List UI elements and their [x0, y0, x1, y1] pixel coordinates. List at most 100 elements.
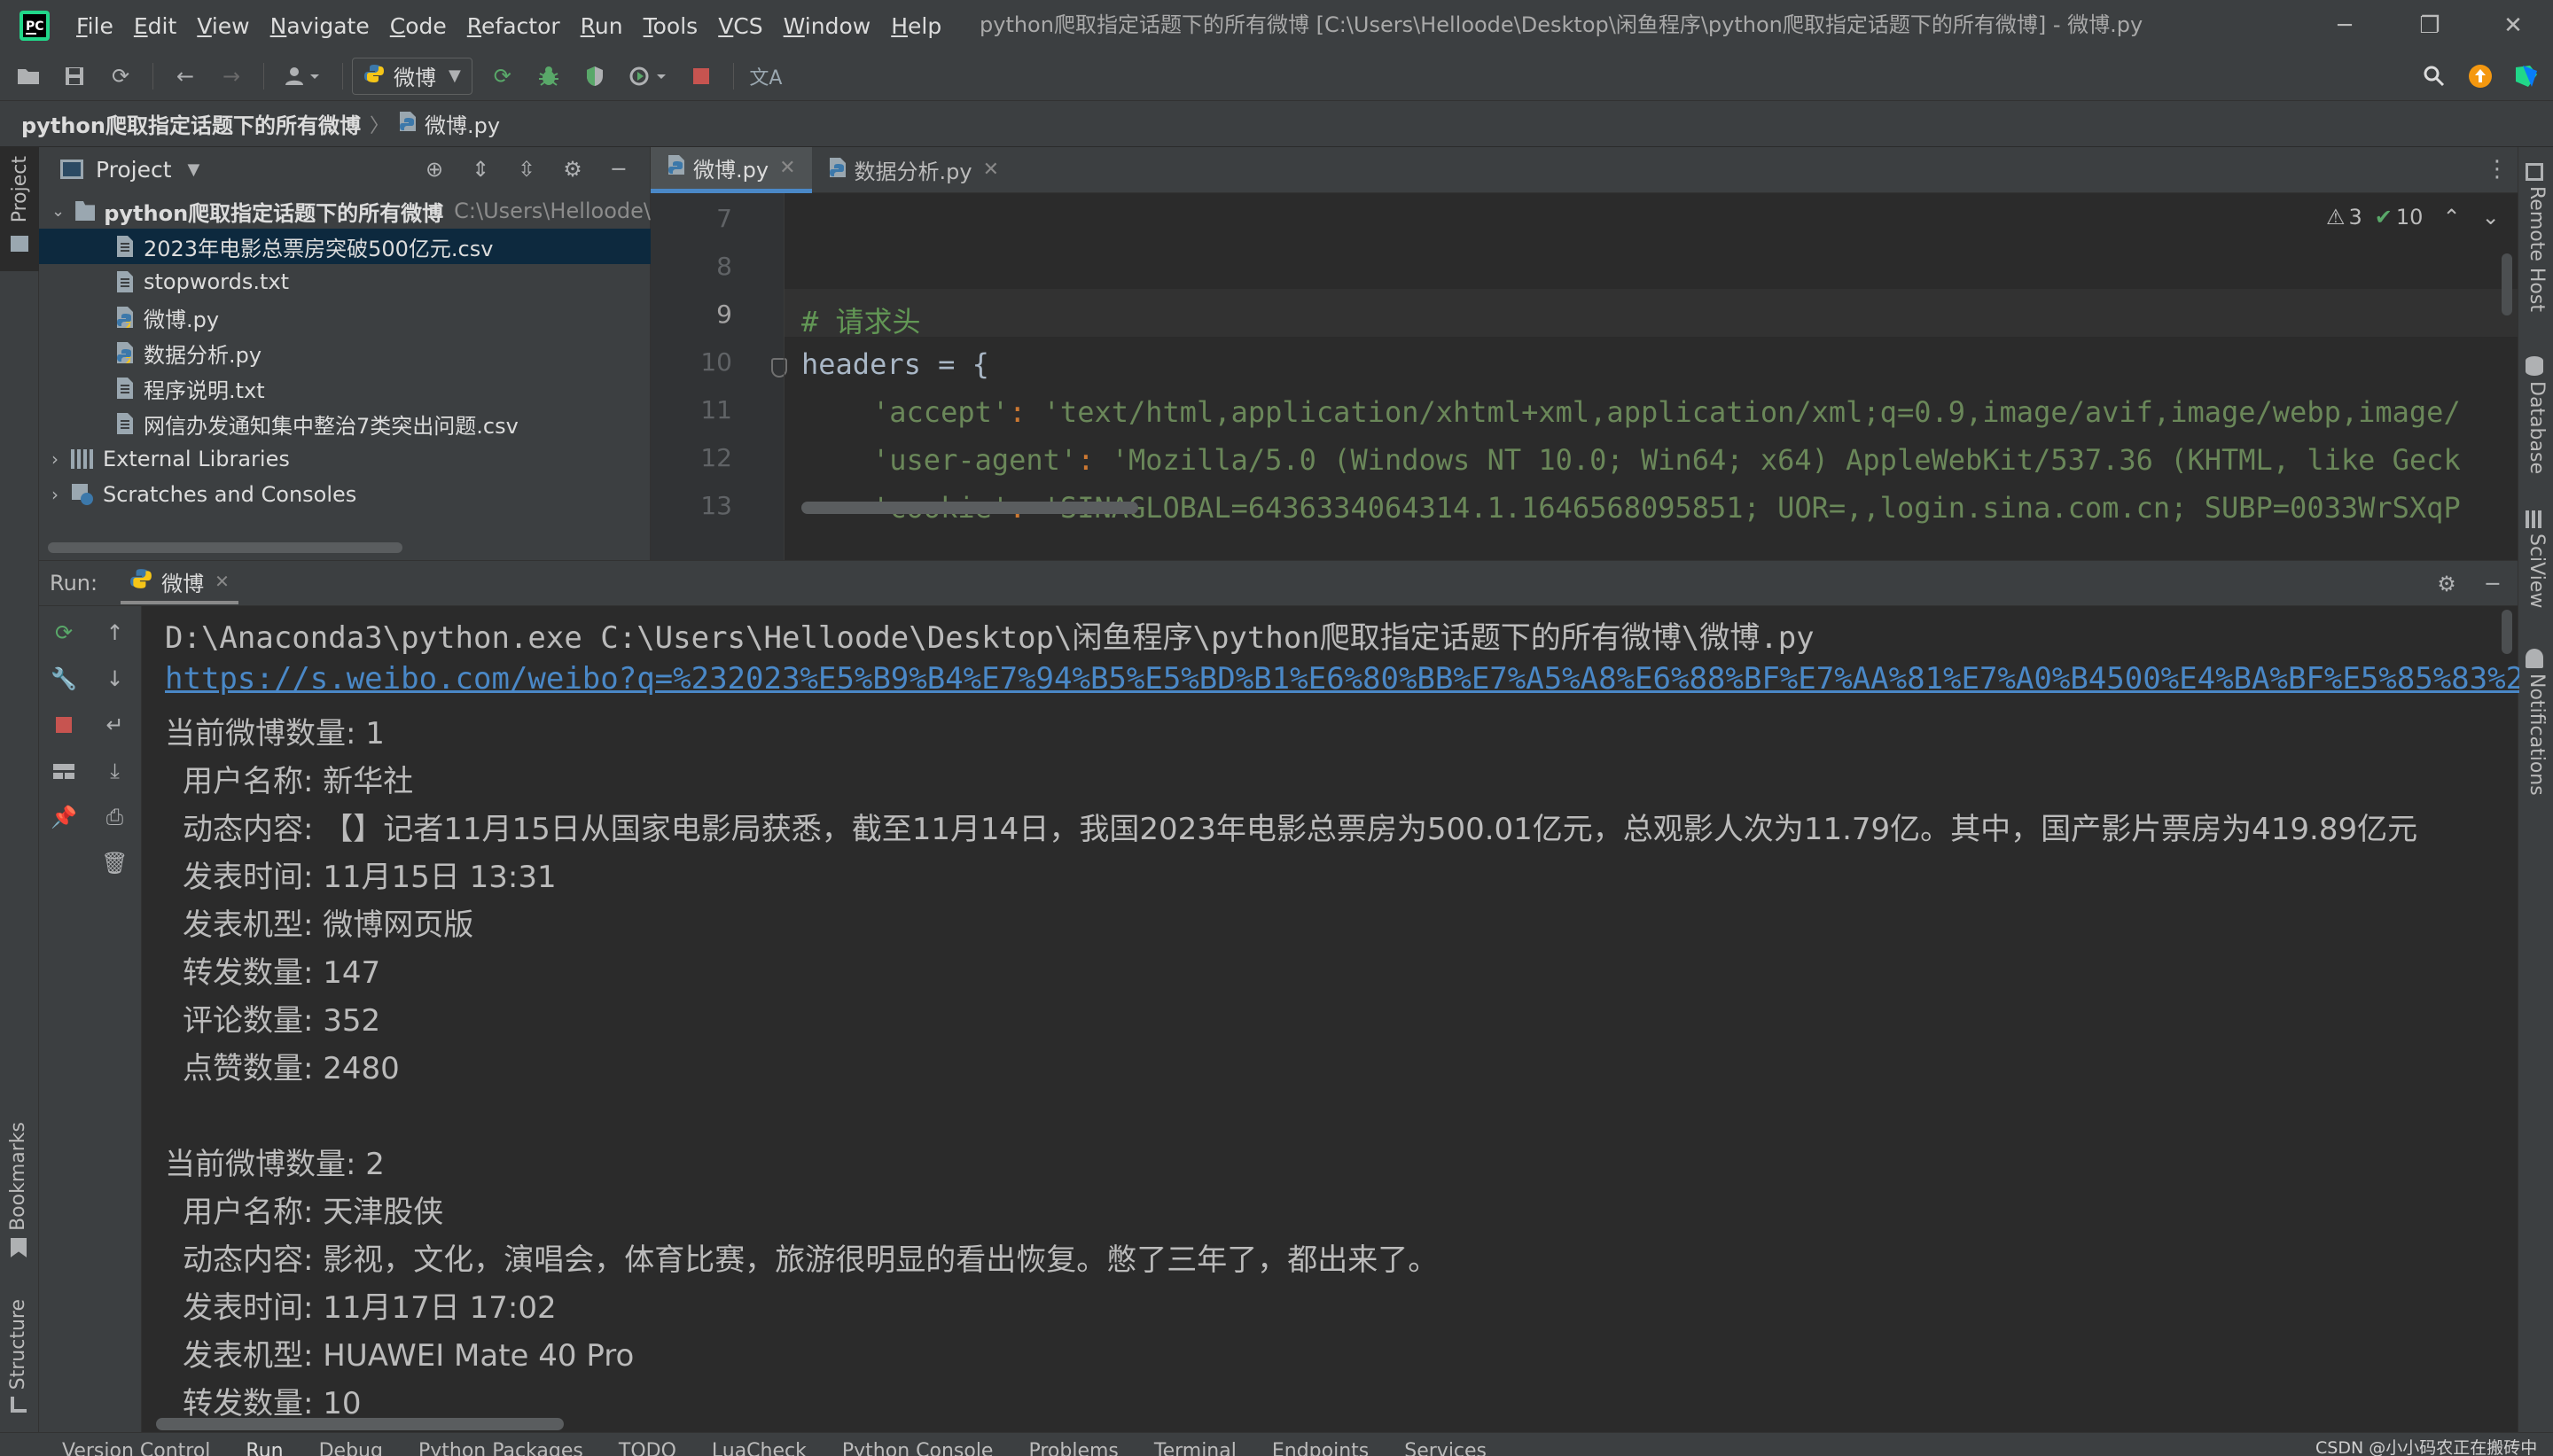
close-tab-icon[interactable]: ✕	[983, 159, 999, 181]
run-configuration-select[interactable]: 微博 ▼	[352, 57, 472, 95]
search-icon[interactable]	[2416, 58, 2452, 94]
wrench-icon[interactable]: 🔧	[44, 659, 83, 698]
stop-icon[interactable]	[683, 58, 719, 94]
tree-file-py[interactable]: 数据分析.py	[39, 335, 651, 370]
bottom-debug[interactable]: Debug	[319, 1440, 383, 1456]
project-tool-button[interactable]: Project	[0, 147, 39, 271]
coverage-shield-icon[interactable]	[577, 58, 613, 94]
collapse-all-icon[interactable]: ⇳	[509, 152, 544, 187]
menu-navigate[interactable]: Navigate	[270, 13, 370, 39]
bottom-run[interactable]: Run	[246, 1440, 283, 1456]
scratches-icon	[71, 483, 94, 506]
sciview-tool-button[interactable]: SciView	[2526, 510, 2548, 608]
tree-file-py[interactable]: 微博.py	[39, 300, 651, 335]
hide-panel-icon[interactable]: ─	[601, 152, 636, 187]
menu-vcs[interactable]: VCS	[718, 13, 762, 39]
chevron-down-icon[interactable]: ⌄	[2482, 205, 2500, 230]
database-tool-button[interactable]: Database	[2526, 356, 2548, 474]
run-tab-weibo[interactable]: 微博 ✕	[121, 562, 238, 604]
forward-arrow-icon[interactable]: →	[214, 58, 249, 94]
open-folder-icon[interactable]	[11, 58, 46, 94]
editor-horizontal-scrollbar[interactable]	[801, 502, 1138, 514]
console-vertical-scrollbar[interactable]	[2502, 610, 2512, 654]
tab-analysis-py[interactable]: 数据分析.py ✕	[812, 147, 1016, 193]
tree-file-txt[interactable]: stopwords.txt	[39, 264, 651, 300]
tree-file-csv[interactable]: 2023年电影总票房突破500亿元.csv	[39, 229, 651, 264]
bottom-services[interactable]: Services	[1404, 1440, 1487, 1456]
tree-root-folder[interactable]: ⌄ python爬取指定话题下的所有微博 C:\Users\Helloode\	[39, 193, 651, 229]
close-tab-icon[interactable]: ✕	[215, 571, 230, 592]
gear-icon[interactable]: ⚙	[555, 152, 590, 187]
bottom-terminal[interactable]: Terminal	[1154, 1440, 1237, 1456]
hide-panel-icon[interactable]: ─	[2475, 566, 2510, 602]
save-icon[interactable]	[57, 58, 92, 94]
bottom-problems[interactable]: Problems	[1028, 1440, 1118, 1456]
back-arrow-icon[interactable]: ←	[168, 58, 203, 94]
translate-icon[interactable]: 文A	[748, 58, 784, 94]
menu-edit[interactable]: Edit	[134, 13, 176, 39]
menu-help[interactable]: Help	[891, 13, 941, 39]
menu-refactor[interactable]: Refactor	[467, 13, 560, 39]
tree-file-csv[interactable]: 网信办发通知集中整治7类突出问题.csv	[39, 406, 651, 441]
bottom-endpoints[interactable]: Endpoints	[1272, 1440, 1369, 1456]
locate-crosshair-icon[interactable]: ⊕	[417, 152, 452, 187]
sync-icon[interactable]: ⟳	[103, 58, 138, 94]
editor-vertical-scrollbar[interactable]	[2502, 253, 2512, 315]
menu-file[interactable]: File	[76, 13, 113, 39]
pin-icon[interactable]: 📌	[44, 798, 83, 837]
bottom-python-console[interactable]: Python Console	[842, 1440, 994, 1456]
bottom-python-packages[interactable]: Python Packages	[418, 1440, 583, 1456]
remote-host-tool-button[interactable]: Remote Host	[2526, 163, 2548, 312]
bottom-version-control[interactable]: Version Control	[62, 1440, 210, 1456]
colon: :	[1009, 395, 1043, 429]
breadcrumb-file[interactable]: 微博.py	[425, 108, 500, 139]
chevron-up-icon[interactable]: ⌃	[2442, 205, 2460, 230]
rerun-icon[interactable]: ⟳	[485, 58, 520, 94]
update-icon[interactable]	[2463, 58, 2498, 94]
tree-file-txt[interactable]: 程序说明.txt	[39, 370, 651, 406]
chevron-down-icon[interactable]: ▼	[188, 160, 200, 179]
project-view-title[interactable]: Project	[96, 157, 172, 183]
minimize-button[interactable]: ─	[2305, 0, 2385, 51]
horizontal-scrollbar[interactable]	[48, 542, 402, 553]
bookmarks-tool-button[interactable]: Bookmarks	[7, 1122, 29, 1257]
breadcrumb-project[interactable]: python爬取指定话题下的所有微博	[21, 108, 361, 139]
menu-tools[interactable]: Tools	[644, 13, 699, 39]
tree-external-libraries[interactable]: › External Libraries	[39, 441, 651, 477]
restore-button[interactable]: ❐	[2390, 0, 2470, 51]
expand-all-icon[interactable]: ⇕	[463, 152, 498, 187]
close-window-button[interactable]: ✕	[2473, 0, 2553, 51]
tab-weibo-py[interactable]: 微博.py ✕	[651, 146, 812, 193]
inspections-widget[interactable]: ⚠ 3 ✔ 10 ⌃ ⌄	[2326, 202, 2500, 232]
trash-icon[interactable]: 🗑	[96, 844, 135, 883]
profile-run-icon[interactable]	[623, 58, 673, 94]
bottom-todo[interactable]: TODO	[619, 1440, 676, 1456]
gear-icon[interactable]: ⚙	[2429, 566, 2464, 602]
console-url[interactable]: https://s.weibo.com/weibo?q=%232023%E5%B…	[165, 661, 2519, 697]
print-icon[interactable]: ⎙	[96, 798, 135, 837]
arrow-down-icon[interactable]: ↓	[96, 659, 135, 698]
rerun-icon[interactable]: ⟳	[44, 613, 83, 652]
fold-marker-icon[interactable]	[771, 358, 787, 378]
structure-tool-button[interactable]: Structure	[7, 1299, 29, 1413]
close-tab-icon[interactable]: ✕	[779, 157, 795, 179]
menu-view[interactable]: View	[197, 13, 249, 39]
more-tabs-icon[interactable]: ⋮	[2486, 156, 2509, 183]
bottom-luacheck[interactable]: LuaCheck	[712, 1440, 807, 1456]
dict-key: 'user-agent'	[872, 443, 1078, 477]
menu-run[interactable]: Run	[581, 13, 623, 39]
arrow-up-icon[interactable]: ↑	[96, 613, 135, 652]
layout-icon[interactable]	[44, 751, 83, 790]
console-url-link[interactable]: https://s.weibo.com/weibo?q=%232023%E5%B…	[165, 661, 2519, 697]
tree-scratches[interactable]: › Scratches and Consoles	[39, 477, 651, 512]
ide-logo-icon[interactable]	[2509, 58, 2544, 94]
notifications-tool-button[interactable]: Notifications	[2526, 649, 2548, 796]
soft-wrap-icon[interactable]: ↵	[96, 705, 135, 744]
console-horizontal-scrollbar[interactable]	[156, 1418, 564, 1430]
scroll-to-end-icon[interactable]: ⤓	[96, 751, 135, 790]
menu-code[interactable]: Code	[390, 13, 447, 39]
menu-window[interactable]: Window	[784, 13, 871, 39]
debug-bug-icon[interactable]	[531, 58, 566, 94]
user-dropdown-icon[interactable]	[278, 58, 328, 94]
stop-icon[interactable]	[44, 705, 83, 744]
